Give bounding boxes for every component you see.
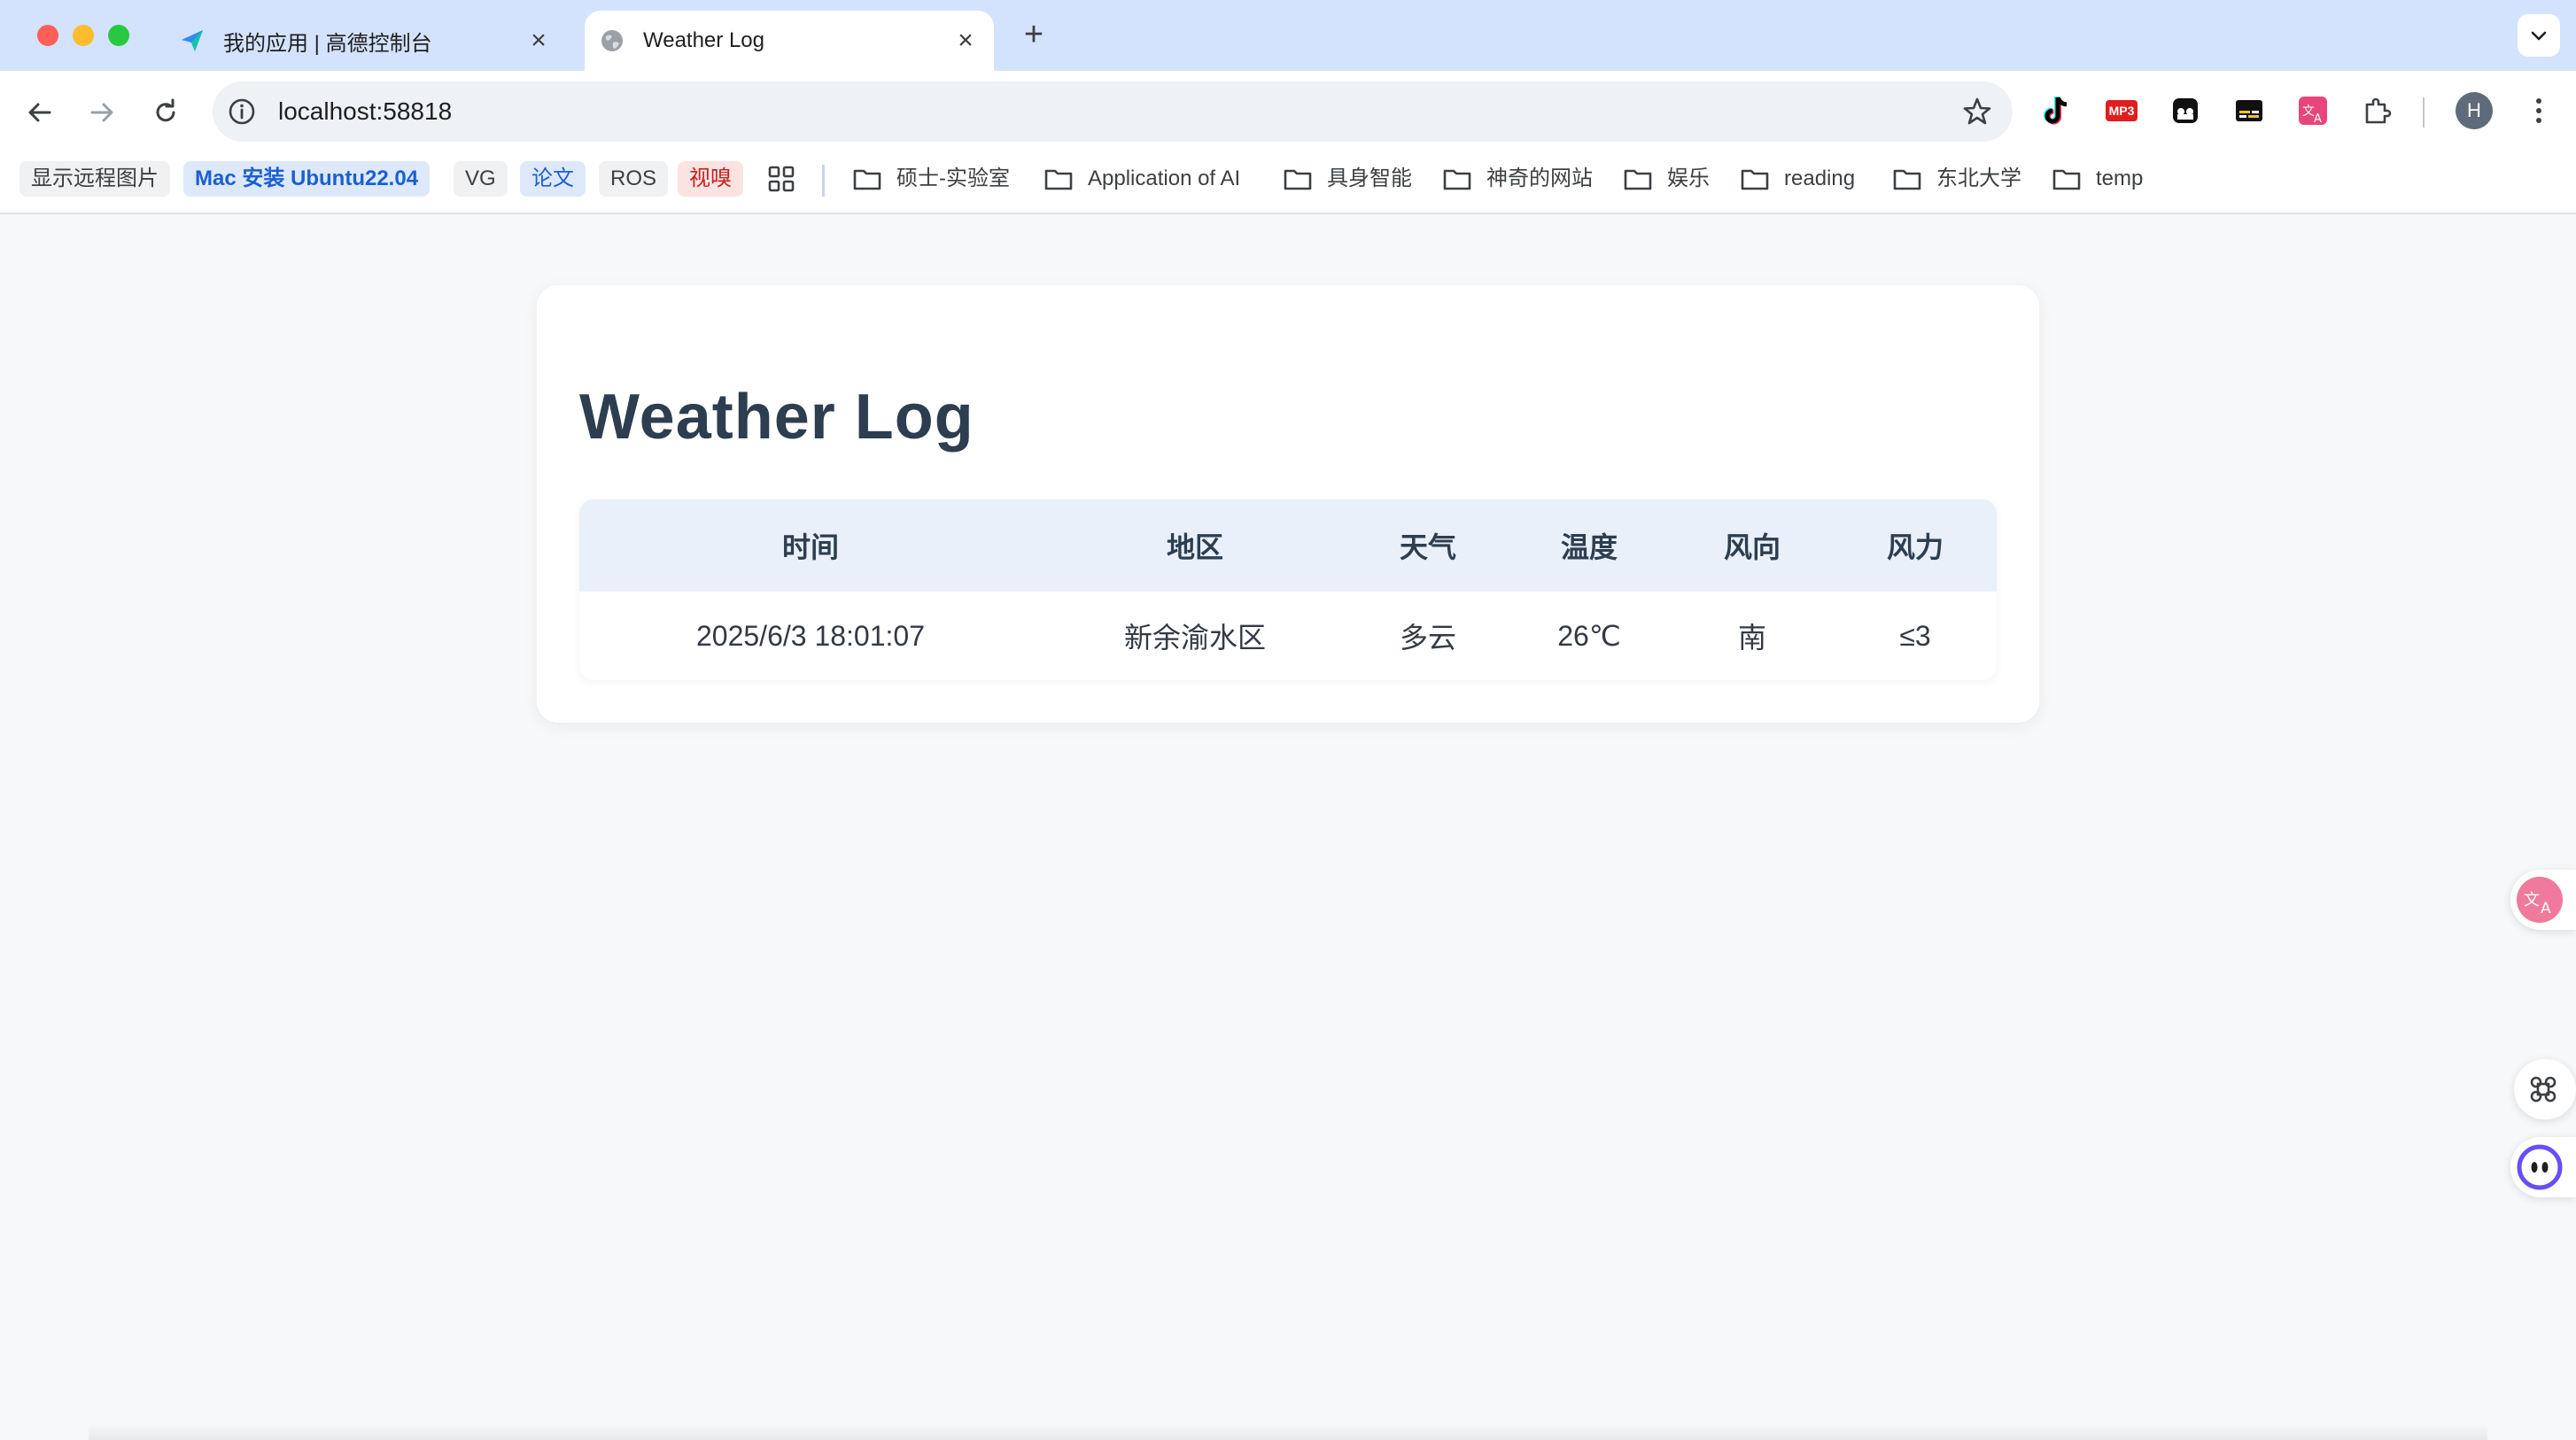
bookmark-folder-embodied[interactable]: 具身智能 <box>1283 161 1412 197</box>
tab-title: 我的应用 | 高德控制台 <box>223 31 432 56</box>
folder-label: 娱乐 <box>1667 166 1710 190</box>
cell-time: 2025/6/3 18:01:07 <box>695 619 925 652</box>
tab-search-button[interactable] <box>2518 14 2560 57</box>
puzzle-icon[interactable] <box>2358 92 2395 129</box>
folder-icon <box>2052 169 2081 190</box>
weather-log-card: Weather Log 时间 地区 天气 温度 风向 风力 2025/6/3 1… <box>537 285 2039 723</box>
assistant-icon <box>2517 1144 2563 1190</box>
tab-title: Weather Log <box>643 28 764 52</box>
table-row: 2025/6/3 18:01:07 新余渝水区 多云 26℃ 南 ≤3 <box>579 592 1997 680</box>
folder-label: 东北大学 <box>1936 166 2021 190</box>
column-header-temperature: 温度 <box>1560 531 1618 563</box>
folder-icon <box>1741 169 1769 190</box>
folder-icon <box>1624 169 1652 190</box>
column-header-wind-direction: 风向 <box>1723 531 1781 563</box>
floating-assistant-button[interactable] <box>2510 1137 2576 1197</box>
bookmark-folder-sites[interactable]: 神奇的网站 <box>1442 161 1593 197</box>
new-tab-button[interactable]: + <box>1013 14 1054 55</box>
floating-translate-button[interactable]: 文 A <box>2510 870 2576 930</box>
reload-icon <box>156 98 175 122</box>
close-icon[interactable]: × <box>521 23 556 58</box>
address-bar[interactable]: localhost:58818 <box>213 81 2013 142</box>
folder-label: 硕士-实验室 <box>896 166 1010 190</box>
table-header: 时间 地区 天气 温度 风向 风力 <box>579 499 1997 592</box>
window-minimize-button[interactable] <box>73 25 94 46</box>
column-header-weather: 天气 <box>1399 531 1456 563</box>
back-button[interactable] <box>18 90 62 135</box>
bookmark-ros[interactable]: ROS <box>599 161 669 197</box>
tab-weather-log[interactable]: Weather Log × <box>585 11 994 71</box>
cell-temperature: 26℃ <box>1557 620 1621 652</box>
column-header-wind-power: 风力 <box>1886 531 1944 563</box>
bottom-edge-shadow <box>89 1422 2487 1440</box>
folder-icon <box>853 169 881 190</box>
reload-button[interactable] <box>144 90 188 135</box>
folder-label: 神奇的网站 <box>1486 166 1593 190</box>
bookmark-folder-lab[interactable]: 硕士-实验室 <box>852 161 1010 197</box>
subtitle-icon[interactable] <box>2231 92 2268 129</box>
cell-weather: 多云 <box>1399 622 1456 654</box>
folder-label: reading <box>1784 166 1856 190</box>
arrow-right-icon <box>90 103 113 122</box>
arrow-left-icon <box>28 103 51 122</box>
forward-button[interactable] <box>80 90 124 135</box>
floating-shortcut-button[interactable] <box>2514 1059 2576 1119</box>
folder-icon <box>1893 169 1921 190</box>
page-title: Weather Log <box>579 382 974 453</box>
bookmark-folder-reading[interactable]: reading <box>1740 161 1855 197</box>
bookmark-show-remote-images[interactable]: 显示远程图片 <box>19 161 170 197</box>
amap-icon <box>179 27 206 54</box>
svg-text:A: A <box>2541 900 2551 917</box>
mp3-label: MP3 <box>2105 100 2138 121</box>
ghost-icon[interactable] <box>2167 92 2204 129</box>
command-icon <box>2530 1076 2557 1103</box>
bookmarks-bar: 显示远程图片 Mac 安装 Ubuntu22.04 VG 论文 ROS 视嗅 硕… <box>0 152 2576 214</box>
bookmark-folder-neu[interactable]: 东北大学 <box>1892 161 2021 197</box>
tab-strip: 我的应用 | 高德控制台 × Weather Log × + <box>0 0 2576 71</box>
svg-text:文: 文 <box>2524 891 2540 910</box>
bookmark-star-icon[interactable] <box>1961 96 1993 128</box>
folder-label: 具身智能 <box>1327 166 1412 190</box>
browser-toolbar: localhost:58818 MP3 文 A H <box>0 71 2576 152</box>
svg-text:文: 文 <box>2302 105 2315 119</box>
column-header-time: 时间 <box>781 531 839 563</box>
url-text: localhost:58818 <box>278 97 453 125</box>
mp3-icon[interactable]: MP3 <box>2103 92 2140 129</box>
svg-text:A: A <box>2314 112 2322 126</box>
toolbar-separator <box>2423 97 2425 128</box>
site-info-icon[interactable] <box>227 97 257 127</box>
cell-region: 新余渝水区 <box>1123 622 1266 654</box>
tab-amap-console[interactable]: 我的应用 | 高德控制台 × <box>168 11 567 71</box>
folder-icon <box>1443 169 1471 190</box>
folder-icon <box>1284 169 1312 190</box>
window-close-button[interactable] <box>37 25 58 46</box>
translate-icon[interactable]: 文 A <box>2294 92 2332 129</box>
bookmark-folder-temp[interactable]: temp <box>2052 161 2143 197</box>
bookmark-papers[interactable]: 论文 <box>520 161 586 197</box>
folder-label: Application of AI <box>1088 166 1241 190</box>
bookmark-folder-entertainment[interactable]: 娱乐 <box>1623 161 1710 197</box>
cell-wind-power: ≤3 <box>1899 619 1931 652</box>
window-maximize-button[interactable] <box>108 25 129 46</box>
profile-avatar[interactable]: H <box>2456 92 2493 129</box>
weather-table: 时间 地区 天气 温度 风向 风力 2025/6/3 18:01:07 新余渝水… <box>579 499 1997 680</box>
bookmark-vg[interactable]: VG <box>454 161 508 197</box>
chevron-down-icon <box>2531 31 2547 41</box>
more-menu-icon[interactable] <box>2521 92 2557 129</box>
bookmark-folder-ai[interactable]: Application of AI <box>1044 161 1240 197</box>
globe-icon <box>599 27 625 54</box>
bookmark-mac-ubuntu[interactable]: Mac 安装 Ubuntu22.04 <box>183 161 431 197</box>
apps-grid-icon[interactable] <box>767 165 795 200</box>
translate-icon: 文 A <box>2517 877 2563 923</box>
folder-icon <box>1044 169 1073 190</box>
close-icon[interactable]: × <box>948 23 983 58</box>
column-header-region: 地区 <box>1166 531 1223 563</box>
cell-wind-direction: 南 <box>1737 622 1766 654</box>
tiktok-icon[interactable] <box>2039 92 2076 129</box>
bookmarks-divider <box>822 165 825 197</box>
bookmark-shixiu[interactable]: 视嗅 <box>678 161 743 197</box>
folder-label: temp <box>2096 166 2144 190</box>
